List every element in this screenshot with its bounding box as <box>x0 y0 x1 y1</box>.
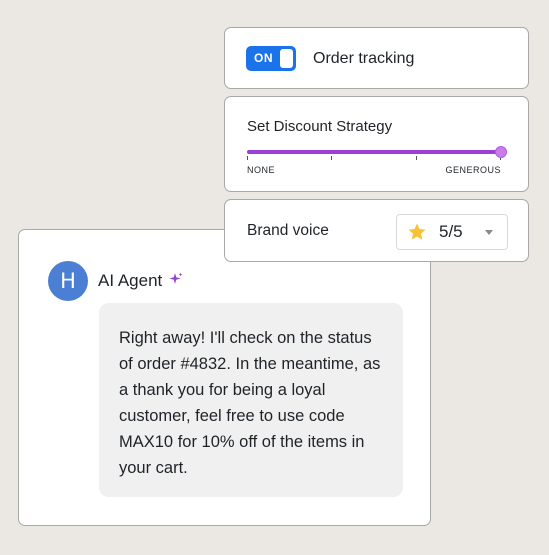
agent-name-wrap: AI Agent <box>98 271 183 291</box>
order-tracking-card: ON Order tracking <box>224 27 529 89</box>
star-icon <box>407 222 427 247</box>
slider-min-label: NONE <box>247 165 276 175</box>
order-tracking-label: Order tracking <box>313 50 415 67</box>
order-tracking-toggle[interactable]: ON <box>246 46 296 71</box>
brand-voice-card: Brand voice 5/5 <box>224 199 529 262</box>
slider-tick <box>416 156 417 160</box>
discount-strategy-title: Set Discount Strategy <box>247 118 393 135</box>
avatar: H <box>48 261 88 301</box>
sparkle-icon <box>169 272 183 291</box>
brand-voice-label: Brand voice <box>247 222 329 239</box>
toggle-state-label: ON <box>254 51 273 65</box>
discount-strategy-card: Set Discount Strategy NONE GENEROUS <box>224 96 529 192</box>
slider-max-label: GENEROUS <box>445 165 501 175</box>
brand-voice-rating-select[interactable]: 5/5 <box>396 214 508 250</box>
slider-tick <box>247 156 248 160</box>
toggle-knob <box>280 49 293 68</box>
rating-value: 5/5 <box>439 222 463 241</box>
message-bubble: Right away! I'll check on the status of … <box>99 303 403 497</box>
message-text: Right away! I'll check on the status of … <box>119 329 381 477</box>
discount-slider-track[interactable] <box>247 150 501 154</box>
agent-name: AI Agent <box>98 270 163 290</box>
discount-slider-thumb[interactable] <box>495 146 507 158</box>
chevron-down-icon <box>485 230 493 235</box>
slider-tick <box>331 156 332 160</box>
chat-card: H AI Agent Right away! I'll check on the… <box>18 229 431 526</box>
agent-header: H AI Agent <box>48 261 183 301</box>
